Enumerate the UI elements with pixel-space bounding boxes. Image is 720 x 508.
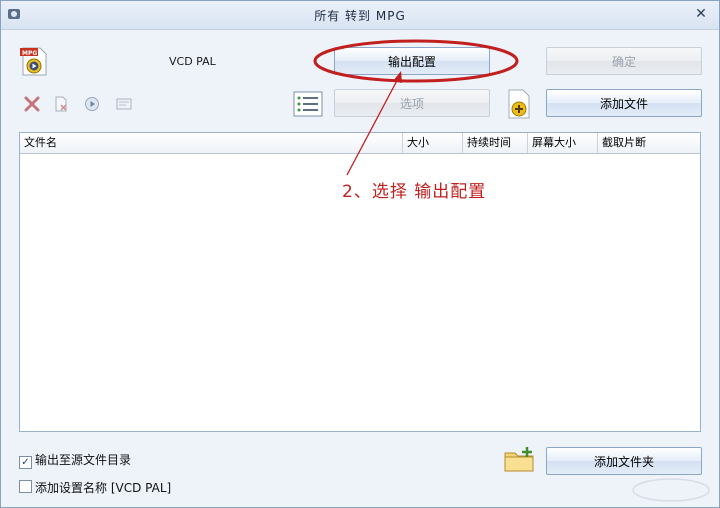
add-setting-name-option[interactable]: 添加设置名称 [VCD PAL] bbox=[19, 479, 171, 496]
ok-button[interactable]: 确定 bbox=[546, 47, 702, 75]
add-file-button[interactable]: 添加文件 bbox=[546, 89, 702, 117]
output-to-source-label: 输出至源文件目录 bbox=[35, 453, 132, 467]
column-header-screen-size[interactable]: 屏幕大小 bbox=[528, 133, 598, 153]
window-title: 所有 转到 MPG bbox=[314, 9, 406, 23]
annotation-arrow bbox=[346, 72, 402, 176]
output-to-source-checkbox[interactable]: ✓ bbox=[19, 456, 32, 469]
remove-icon[interactable] bbox=[52, 95, 70, 113]
add-folder-icon[interactable] bbox=[503, 445, 535, 473]
add-setting-name-label: 添加设置名称 [VCD PAL] bbox=[35, 481, 172, 495]
column-header-clip[interactable]: 截取片断 bbox=[598, 133, 700, 153]
mpg-icon-label: MPG bbox=[22, 50, 37, 57]
output-to-source-option[interactable]: ✓ 输出至源文件目录 bbox=[19, 451, 131, 469]
delete-icon[interactable] bbox=[23, 95, 41, 113]
close-button[interactable]: ✕ bbox=[693, 6, 709, 22]
app-window: 所有 转到 MPG ✕ MPG VCD PAL 输出配置 确定 选项 添加文件 … bbox=[0, 0, 720, 508]
highlight-ellipse bbox=[313, 39, 519, 83]
info-icon[interactable] bbox=[115, 95, 133, 113]
mpg-file-icon: MPG bbox=[20, 47, 47, 76]
title-bar: 所有 转到 MPG ✕ bbox=[1, 1, 719, 30]
add-folder-button[interactable]: 添加文件夹 bbox=[546, 447, 702, 475]
annotation-text: 2、选择 输出配置 bbox=[342, 182, 487, 202]
add-setting-name-checkbox[interactable] bbox=[19, 480, 32, 493]
profile-name: VCD PAL bbox=[169, 55, 216, 68]
play-icon[interactable] bbox=[83, 95, 101, 113]
arrow-head bbox=[393, 71, 402, 83]
annotation-overlay bbox=[313, 39, 519, 176]
watermark-logo bbox=[632, 478, 710, 502]
